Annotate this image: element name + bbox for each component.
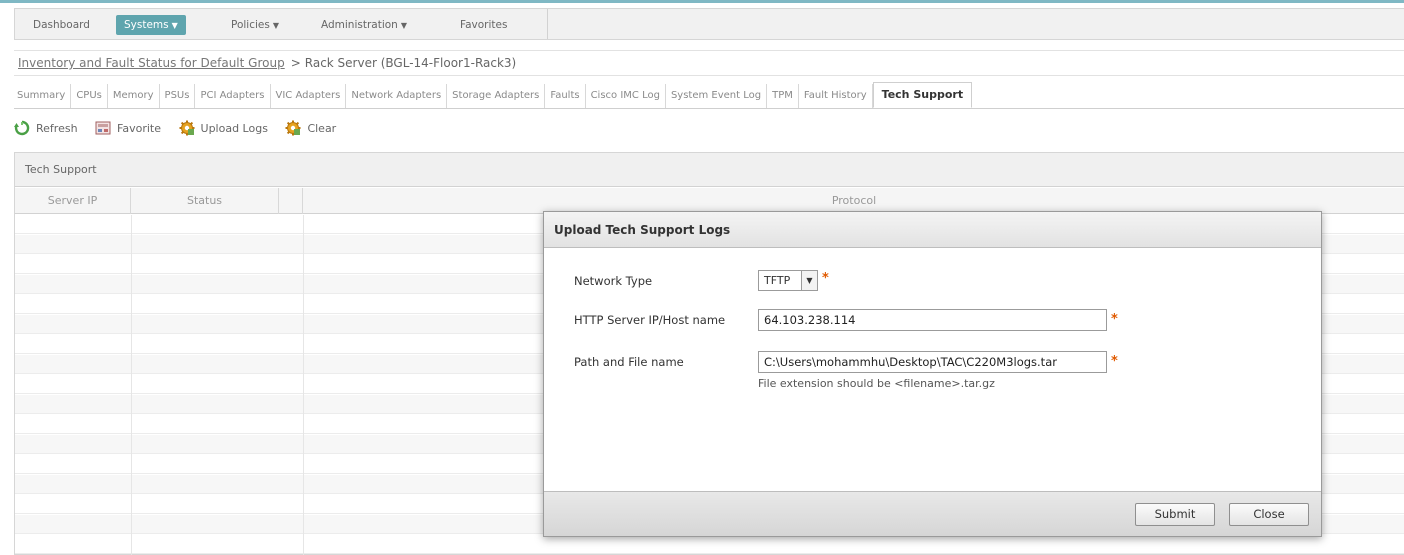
tab-pci-adapters[interactable]: PCI Adapters	[195, 84, 271, 108]
clear-label: Clear	[307, 122, 337, 135]
gear-icon	[179, 120, 195, 136]
tab-vic-adapters[interactable]: VIC Adapters	[271, 84, 347, 108]
dialog-footer: Submit Close	[544, 491, 1321, 536]
chevron-down-icon: ▼	[272, 21, 279, 30]
favorite-label: Favorite	[117, 122, 162, 135]
network-type-row: Network Type TFTP ▼ *	[544, 270, 1321, 296]
required-icon: *	[1111, 354, 1118, 369]
column-header-status[interactable]: Status	[131, 188, 279, 214]
favorite-button[interactable]: Favorite	[95, 118, 161, 140]
server-label: HTTP Server IP/Host name	[574, 313, 726, 327]
nav-item-administration[interactable]: Administration ▼	[321, 15, 407, 35]
breadcrumb-link-inventory[interactable]: Inventory and Fault Status for Default G…	[18, 56, 285, 70]
server-ip-input[interactable]: 64.103.238.114	[758, 309, 1107, 331]
nav-item-label: Dashboard	[33, 19, 90, 31]
tab-fault-history[interactable]: Fault History	[799, 84, 873, 108]
server-row: HTTP Server IP/Host name 64.103.238.114 …	[544, 309, 1321, 335]
toolbar: Refresh Favorite Upload Logs Clear	[14, 118, 350, 142]
close-button[interactable]: Close	[1229, 503, 1309, 526]
nav-item-label: Systems	[124, 19, 169, 31]
path-row: Path and File name C:\Users\mohammhu\Des…	[544, 351, 1321, 401]
favorite-icon	[95, 121, 111, 135]
tab-bar: Summary CPUs Memory PSUs PCI Adapters VIC Ada…	[14, 82, 1404, 109]
upload-logs-label: Upload Logs	[200, 122, 268, 135]
upload-logs-button[interactable]: Upload Logs	[179, 118, 268, 140]
chevron-down-icon: ▼	[171, 21, 178, 30]
chevron-down-icon: ▼	[400, 21, 407, 30]
refresh-label: Refresh	[36, 122, 78, 135]
upload-tech-support-dialog: Upload Tech Support Logs Network Type TF…	[543, 211, 1322, 537]
refresh-icon	[14, 120, 30, 136]
nav-item-label: Administration	[321, 19, 398, 31]
nav-item-dashboard[interactable]: Dashboard	[33, 15, 90, 35]
column-header-spacer	[279, 188, 303, 214]
network-type-select[interactable]: TFTP ▼	[758, 270, 818, 291]
tab-tech-support[interactable]: Tech Support	[872, 82, 973, 108]
panel-title: Tech Support	[15, 153, 1404, 187]
network-type-value: TFTP	[764, 274, 791, 287]
tab-network-adapters[interactable]: Network Adapters	[346, 84, 448, 108]
column-header-server-ip[interactable]: Server IP	[15, 188, 131, 214]
nav-item-label: Favorites	[460, 19, 508, 31]
path-label: Path and File name	[574, 355, 684, 369]
tab-memory[interactable]: Memory	[108, 84, 160, 108]
tab-faults[interactable]: Faults	[545, 84, 586, 108]
chevron-down-icon[interactable]: ▼	[801, 271, 817, 290]
tab-storage-adapters[interactable]: Storage Adapters	[447, 84, 546, 108]
breadcrumb: Inventory and Fault Status for Default G…	[14, 50, 1404, 76]
tab-cisco-imc-log[interactable]: Cisco IMC Log	[586, 84, 666, 108]
gear-icon	[285, 120, 301, 136]
main-nav-group: Dashboard Systems ▼ Policies ▼ Administrat…	[15, 9, 548, 39]
column-divider	[131, 215, 132, 555]
nav-item-favorites[interactable]: Favorites	[460, 15, 507, 35]
nav-item-policies[interactable]: Policies ▼	[231, 15, 279, 35]
nav-item-label: Policies	[231, 19, 270, 31]
breadcrumb-current: Rack Server (BGL-14-Floor1-Rack3)	[304, 56, 517, 70]
refresh-button[interactable]: Refresh	[14, 118, 78, 140]
breadcrumb-separator: >	[290, 56, 301, 70]
path-input[interactable]: C:\Users\mohammhu\Desktop\TAC\C220M3logs…	[758, 351, 1107, 373]
tab-cpus[interactable]: CPUs	[71, 84, 108, 108]
main-nav: Dashboard Systems ▼ Policies ▼ Administrat…	[14, 8, 1404, 40]
table-row	[15, 535, 1404, 554]
top-accent-line	[0, 0, 1404, 3]
tab-summary[interactable]: Summary	[14, 84, 72, 108]
submit-button[interactable]: Submit	[1135, 503, 1215, 526]
column-divider	[303, 215, 304, 555]
tab-tpm[interactable]: TPM	[767, 84, 799, 108]
nav-item-systems[interactable]: Systems ▼	[116, 15, 186, 35]
tab-psus[interactable]: PSUs	[160, 84, 196, 108]
required-icon: *	[1111, 312, 1118, 327]
path-hint: File extension should be <filename>.tar.…	[758, 377, 995, 390]
network-type-label: Network Type	[574, 274, 653, 288]
required-icon: *	[822, 271, 829, 286]
tab-system-event-log[interactable]: System Event Log	[666, 84, 768, 108]
clear-button[interactable]: Clear	[285, 118, 336, 140]
dialog-title: Upload Tech Support Logs	[544, 212, 1321, 248]
